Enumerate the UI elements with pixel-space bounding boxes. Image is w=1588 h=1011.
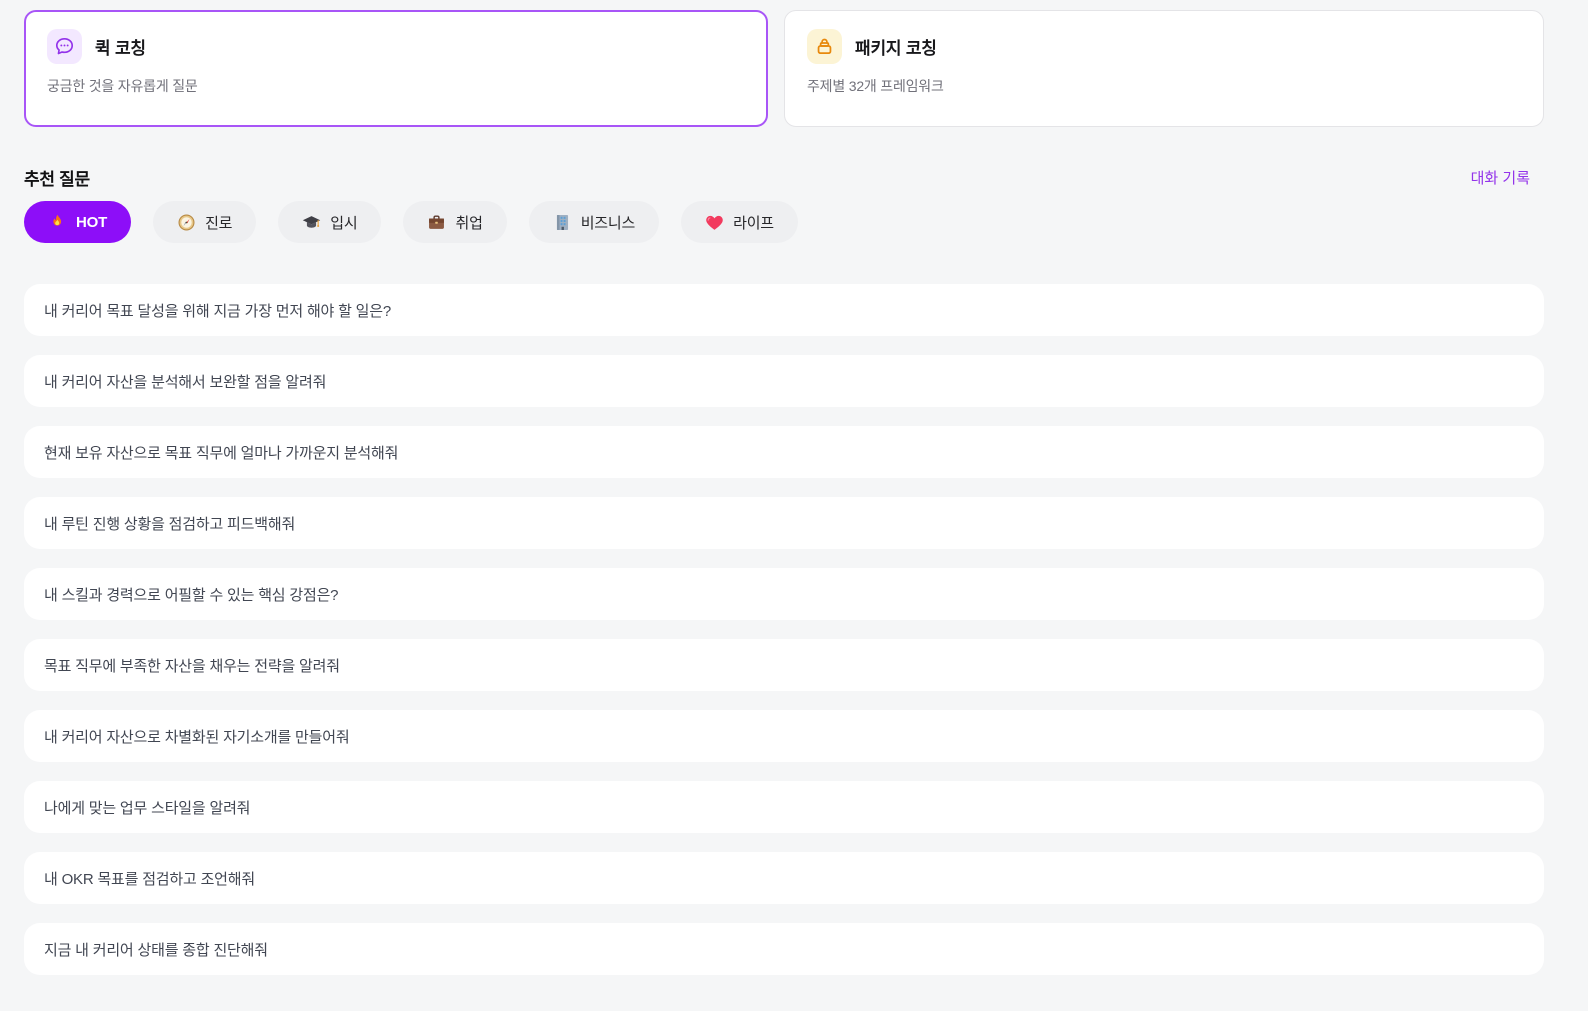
filter-chip-label: 라이프	[733, 214, 774, 232]
package-coaching-card[interactable]: 패키지 코칭 주제별 32개 프레임워크	[784, 10, 1544, 127]
question-item[interactable]: 현재 보유 자산으로 목표 직무에 얼마나 가까운지 분석해줘	[24, 426, 1544, 478]
question-item[interactable]: 내 OKR 목표를 점검하고 조언해줘	[24, 852, 1544, 904]
bag-icon	[807, 29, 842, 64]
filter-chip-life[interactable]: 라이프	[681, 201, 798, 243]
filter-chip-jobs[interactable]: 취업	[403, 201, 507, 243]
filter-chip-row: HOT 진로 입시 취업 비즈니스 라이프	[24, 201, 1544, 243]
question-item[interactable]: 지금 내 커리어 상태를 종합 진단해줘	[24, 923, 1544, 975]
filter-chip-business[interactable]: 비즈니스	[528, 201, 660, 243]
question-item[interactable]: 나에게 맞는 업무 스타일을 알려줘	[24, 781, 1544, 833]
filter-chip-admissions[interactable]: 입시	[278, 201, 382, 243]
question-item[interactable]: 내 커리어 자산으로 차별화된 자기소개를 만들어줘	[24, 710, 1544, 762]
quick-coaching-title: 퀵 코칭	[95, 39, 146, 58]
quick-coaching-subtitle: 궁금한 것을 자유롭게 질문	[47, 78, 198, 94]
package-coaching-header: 패키지 코칭	[807, 29, 1521, 64]
filter-chip-hot[interactable]: HOT	[24, 201, 132, 243]
filter-chip-label: 진로	[205, 214, 233, 232]
question-item[interactable]: 내 스킬과 경력으로 어필할 수 있는 핵심 강점은?	[24, 568, 1544, 620]
question-item[interactable]: 내 커리어 목표 달성을 위해 지금 가장 먼저 해야 할 일은?	[24, 284, 1544, 336]
question-list: 내 커리어 목표 달성을 위해 지금 가장 먼저 해야 할 일은? 내 커리어 …	[24, 284, 1544, 975]
coaching-home-page: 퀵 코칭 궁금한 것을 자유롭게 질문 패키지 코칭 주제별 32개 프레임워크…	[0, 0, 1588, 975]
question-item[interactable]: 내 커리어 자산을 분석해서 보완할 점을 알려줘	[24, 355, 1544, 407]
filter-chip-label: 비즈니스	[580, 214, 636, 232]
mode-card-row: 퀵 코칭 궁금한 것을 자유롭게 질문 패키지 코칭 주제별 32개 프레임워크	[24, 10, 1544, 127]
heart-icon	[705, 213, 724, 232]
graduation-cap-icon	[302, 213, 321, 232]
filter-chip-label: HOT	[76, 213, 108, 231]
briefcase-icon	[427, 213, 446, 232]
quick-coaching-header: 퀵 코칭	[47, 29, 745, 64]
filter-chip-label: 입시	[330, 214, 358, 232]
office-building-icon	[553, 213, 572, 232]
fire-icon	[48, 213, 67, 232]
package-coaching-title: 패키지 코칭	[855, 39, 937, 58]
quick-coaching-card[interactable]: 퀵 코칭 궁금한 것을 자유롭게 질문	[24, 10, 768, 127]
chat-bubble-icon	[47, 29, 82, 64]
filter-chip-label: 취업	[455, 214, 483, 232]
filter-chip-career[interactable]: 진로	[153, 201, 257, 243]
section-title: 추천 질문	[24, 170, 90, 189]
compass-icon	[177, 213, 196, 232]
recommended-questions-header: 추천 질문 대화 기록	[24, 165, 1544, 190]
package-coaching-subtitle: 주제별 32개 프레임워크	[807, 78, 944, 94]
question-item[interactable]: 내 루틴 진행 상황을 점검하고 피드백해줘	[24, 497, 1544, 549]
question-item[interactable]: 목표 직무에 부족한 자산을 채우는 전략을 알려줘	[24, 639, 1544, 691]
conversation-history-link[interactable]: 대화 기록	[1471, 167, 1544, 188]
